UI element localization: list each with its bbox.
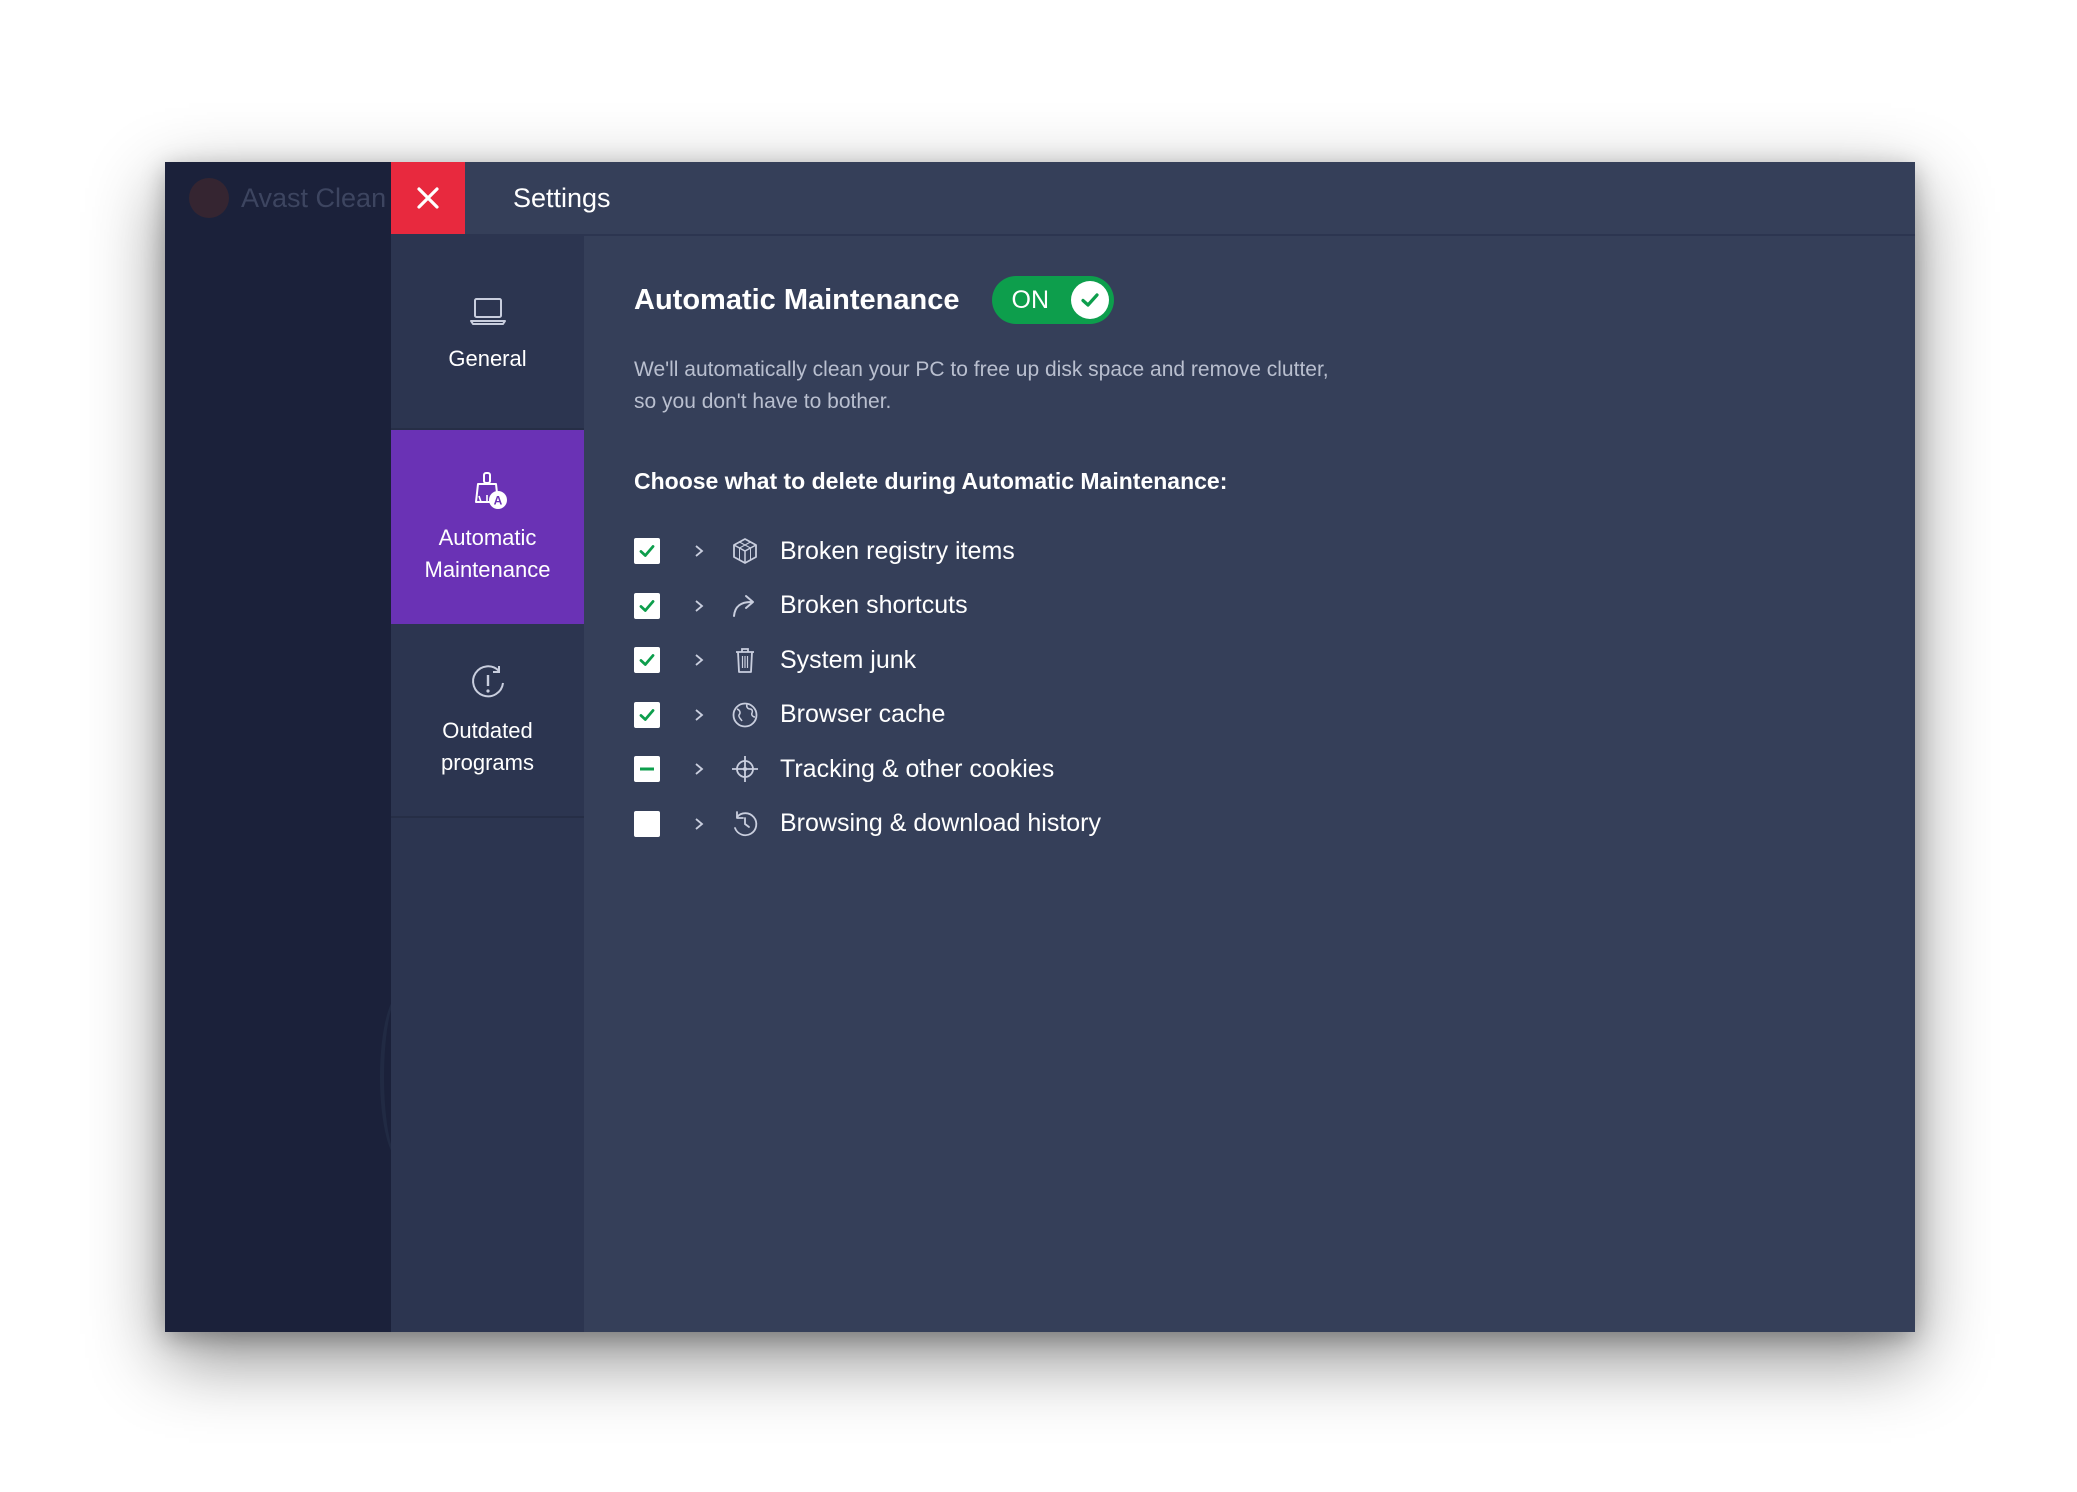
history-icon — [734, 810, 758, 836]
partial-check-icon — [640, 767, 654, 771]
chevron-right-icon — [695, 763, 704, 775]
list-item-broken-registry-items: Broken registry items — [634, 524, 1101, 579]
list-item-label: Broken registry items — [780, 536, 1015, 565]
toggle-label: ON — [1011, 286, 1050, 314]
list-item-label: Tracking & other cookies — [780, 754, 1055, 783]
list-item-browser-cache: Browser cache — [634, 688, 1101, 743]
chevron-right-icon — [695, 545, 704, 557]
checkbox-system-junk[interactable] — [634, 647, 660, 674]
background-app-title: Avast Clean — [189, 176, 386, 220]
list-item-label: System junk — [780, 645, 917, 674]
list-item-label: Browser cache — [780, 700, 946, 729]
checkbox-tracking-cookies[interactable] — [634, 756, 660, 783]
checkmark-icon — [639, 708, 655, 721]
nav-item-automatic-maintenance[interactable]: A Automatic Maintenance — [391, 430, 584, 624]
checkbox-browser-cache[interactable] — [634, 701, 660, 728]
expand-chevron-button[interactable] — [688, 758, 710, 780]
avast-logo-icon — [189, 178, 229, 218]
broom-auto-icon: A — [474, 472, 507, 509]
list-item-label: Broken shortcuts — [780, 591, 968, 620]
nav-item-label: Outdated programs — [441, 718, 534, 775]
section-description: We'll automatically clean your PC to fre… — [634, 358, 1329, 413]
shortcut-arrow-icon — [733, 594, 754, 617]
nav-item-label: General — [448, 346, 527, 371]
svg-text:A: A — [493, 494, 502, 508]
automatic-maintenance-toggle[interactable]: ON — [991, 276, 1114, 324]
expand-chevron-button[interactable] — [688, 540, 710, 562]
background-app-title-text: Avast Clean — [241, 182, 387, 213]
list-item-browsing-history: Browsing & download history — [634, 797, 1101, 852]
list-item-label: Browsing & download history — [780, 809, 1101, 838]
chevron-right-icon — [695, 709, 704, 721]
outdated-clock-icon — [471, 665, 504, 698]
checkbox-broken-shortcuts[interactable] — [634, 592, 660, 619]
list-item-broken-shortcuts: Broken shortcuts — [634, 579, 1101, 634]
cleanup-items-list: Broken registry items Broken shortcuts S… — [634, 524, 1101, 851]
nav-item-outdated-programs[interactable]: Outdated programs — [391, 624, 584, 818]
list-item-tracking-cookies: Tracking & other cookies — [634, 742, 1101, 797]
section-heading: Automatic Maintenance — [634, 283, 960, 316]
checkbox-broken-registry-items[interactable] — [634, 538, 660, 565]
trash-icon — [736, 648, 754, 674]
globe-icon — [732, 702, 758, 728]
checkmark-icon — [639, 545, 655, 558]
topbar: Settings — [391, 162, 1915, 236]
expand-chevron-button[interactable] — [688, 649, 710, 671]
registry-cube-icon — [733, 538, 757, 565]
checkbox-browsing-history[interactable] — [634, 810, 660, 837]
settings-window: Avast Clean Settings General A Automatic… — [165, 162, 1915, 1332]
chevron-right-icon — [695, 654, 704, 666]
checkmark-icon — [639, 654, 655, 667]
choose-label: Choose what to delete during Automatic M… — [634, 468, 1228, 494]
heading-row: Automatic Maintenance ON — [634, 276, 1114, 324]
laptop-icon — [469, 298, 506, 325]
checkmark-icon — [1080, 293, 1099, 307]
toggle-knob — [1070, 281, 1109, 319]
close-icon — [417, 187, 439, 209]
main-panel: Automatic Maintenance ON We'll automatic… — [584, 236, 1915, 1332]
list-item-system-junk: System junk — [634, 633, 1101, 688]
nav-item-general[interactable]: General — [391, 236, 584, 430]
chevron-right-icon — [695, 818, 704, 830]
checkmark-icon — [639, 599, 655, 612]
crosshair-icon — [732, 756, 758, 783]
page-title: Settings — [513, 183, 611, 213]
background-app: Avast Clean — [165, 162, 391, 1332]
settings-nav: General A Automatic Maintenance Outdated… — [391, 236, 584, 1332]
close-button[interactable] — [391, 162, 465, 234]
chevron-right-icon — [695, 600, 704, 612]
expand-chevron-button[interactable] — [688, 595, 710, 617]
expand-chevron-button[interactable] — [688, 813, 710, 835]
expand-chevron-button[interactable] — [688, 704, 710, 726]
nav-item-label: Automatic Maintenance — [424, 525, 551, 582]
